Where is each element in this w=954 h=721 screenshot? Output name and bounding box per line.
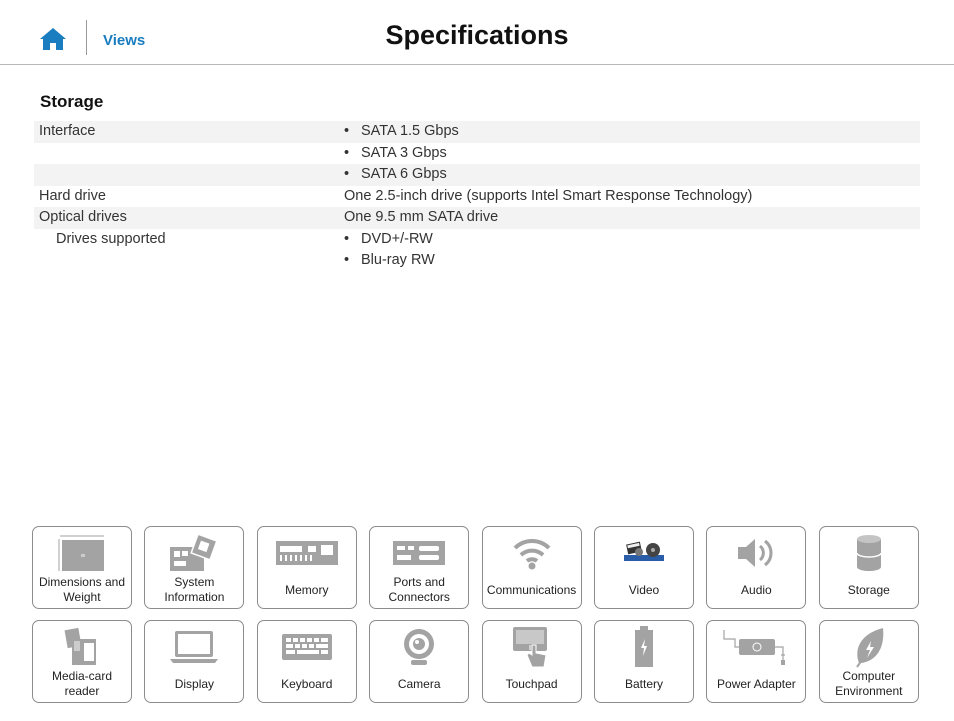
tile-computer-environment[interactable]: Computer Environment xyxy=(818,620,919,703)
tile-communications[interactable]: Communications xyxy=(481,526,582,609)
tile-label: Memory xyxy=(285,583,329,597)
tile-label: Touchpad xyxy=(505,677,558,691)
speaker-icon xyxy=(707,531,805,575)
tile-label: Storage xyxy=(847,583,890,597)
tile-label: Battery xyxy=(624,677,663,691)
spec-label: Hard drive xyxy=(39,187,106,204)
spec-label: Optical drives xyxy=(39,209,127,225)
tile-label: Video xyxy=(628,583,660,597)
spec-value: SATA 6 Gbps xyxy=(361,166,447,182)
tile-label: System Information xyxy=(164,575,225,604)
tile-system-information[interactable]: System Information xyxy=(144,526,245,609)
tile-label: Camera xyxy=(397,677,441,691)
tile-ports-and-connectors[interactable]: Ports and Connectors xyxy=(369,526,470,609)
wifi-icon xyxy=(483,531,581,575)
spec-row: Blu-ray RW xyxy=(34,250,920,272)
keyboard-icon xyxy=(258,625,356,669)
video-icon xyxy=(595,531,693,575)
dimensions-icon xyxy=(33,531,131,575)
header-bar: Views Specifications xyxy=(0,0,954,65)
storage-icon xyxy=(820,531,918,575)
tile-label: Computer Environment xyxy=(835,669,903,698)
tile-label: Power Adapter xyxy=(717,677,796,691)
tile-label: Communications xyxy=(486,583,577,597)
spec-row: Optical drives One 9.5 mm SATA drive xyxy=(34,207,920,229)
spec-value: DVD+/-RW xyxy=(361,230,433,247)
section-title: Storage xyxy=(40,92,104,111)
leaf-icon xyxy=(820,625,918,669)
spec-value: One 2.5-inch drive (supports Intel Smart… xyxy=(344,187,753,204)
tile-dimensions-and-weight[interactable]: Dimensions and Weight xyxy=(32,526,132,609)
system-board-icon xyxy=(145,531,243,575)
tile-label: Dimensions and Weight xyxy=(38,575,126,604)
spec-value: SATA 1.5 Gbps xyxy=(361,123,459,139)
tile-label: Keyboard xyxy=(281,677,333,691)
tile-label: Media-card reader xyxy=(51,669,113,698)
spec-value: One 9.5 mm SATA drive xyxy=(344,209,499,225)
tile-keyboard[interactable]: Keyboard xyxy=(256,620,357,703)
spec-label: Drives supported xyxy=(56,230,166,247)
battery-icon xyxy=(595,625,693,669)
display-icon xyxy=(145,625,243,669)
power-adapter-icon xyxy=(707,625,805,669)
tile-battery[interactable]: Battery xyxy=(594,620,694,703)
tile-label: Audio xyxy=(741,583,772,597)
tile-touchpad[interactable]: Touchpad xyxy=(481,620,582,703)
touchpad-icon xyxy=(483,625,581,669)
tile-camera[interactable]: Camera xyxy=(369,620,470,703)
tile-power-adapter[interactable]: Power Adapter xyxy=(706,620,807,703)
spec-row: Hard drive One 2.5-inch drive (supports I… xyxy=(34,186,920,208)
tile-label: Ports and Connectors xyxy=(388,575,450,604)
spec-table: Interface SATA 1.5 Gbps SATA 3 Gbps SATA 6 … xyxy=(34,121,920,272)
page-title: Specifications xyxy=(385,20,569,50)
spec-row: Interface SATA 1.5 Gbps xyxy=(34,121,920,143)
tile-display[interactable]: Display xyxy=(144,620,245,703)
spec-value: Blu-ray RW xyxy=(361,252,435,268)
tile-label: Display xyxy=(174,677,215,691)
tile-audio[interactable]: Audio xyxy=(706,526,807,609)
tile-media-card-reader[interactable]: Media-card reader xyxy=(32,620,132,703)
tile-memory[interactable]: Memory xyxy=(256,526,357,609)
spec-row: SATA 3 Gbps xyxy=(34,143,920,165)
spec-row: Drives supported DVD+/-RW xyxy=(34,229,920,251)
memory-icon xyxy=(258,531,356,575)
spec-value: SATA 3 Gbps xyxy=(361,144,447,161)
tile-storage[interactable]: Storage xyxy=(818,526,919,609)
ports-icon xyxy=(370,531,468,575)
spec-label: Interface xyxy=(39,123,96,139)
media-card-icon xyxy=(33,625,131,669)
camera-icon xyxy=(370,625,468,669)
tile-video[interactable]: Video xyxy=(594,526,694,609)
spec-row: SATA 6 Gbps xyxy=(34,164,920,186)
